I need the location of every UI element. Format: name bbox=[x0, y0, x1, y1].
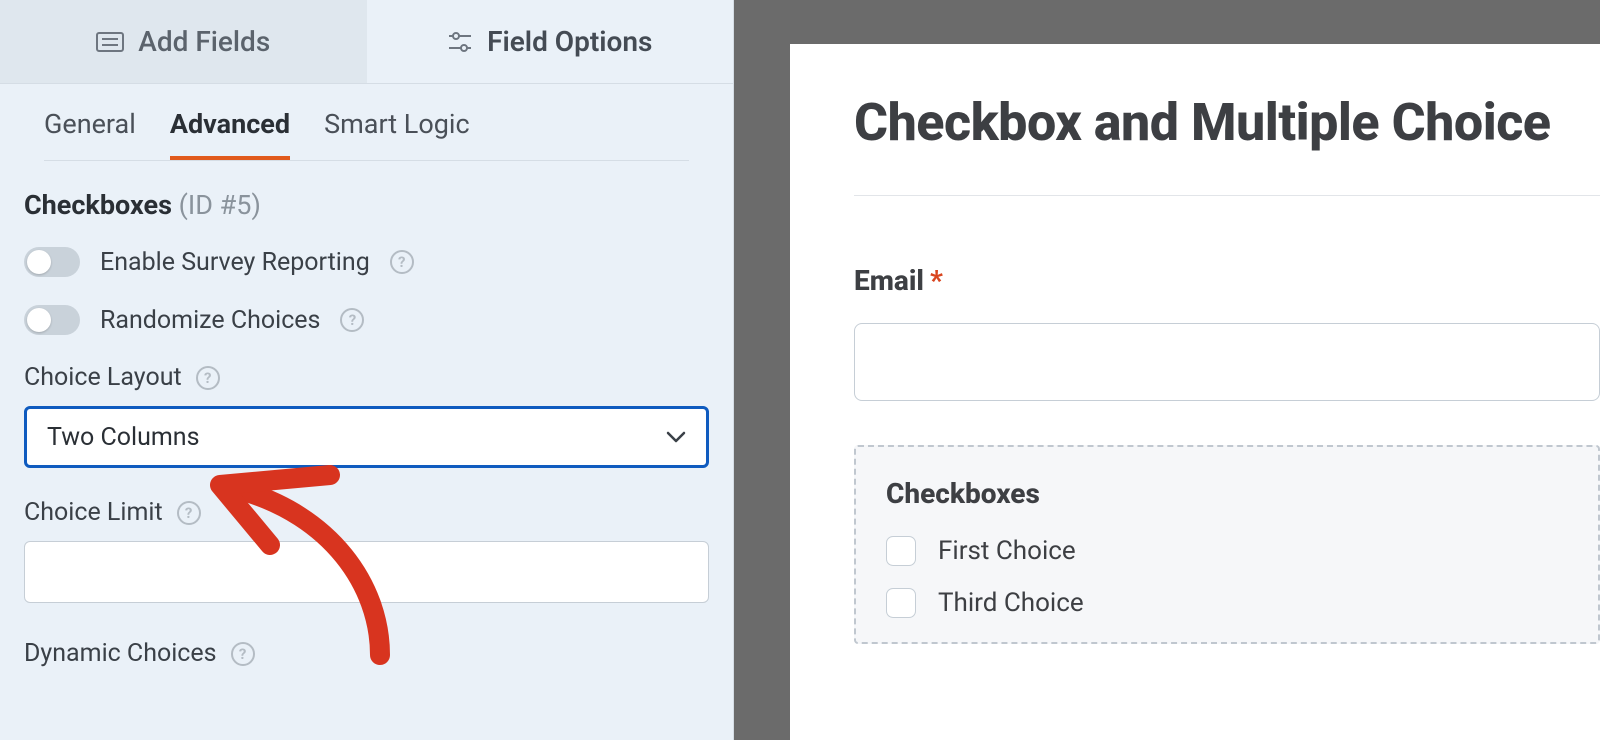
required-asterisk: * bbox=[930, 264, 943, 297]
dynamic-choices-label: Dynamic Choices bbox=[24, 639, 217, 668]
checkboxes-field-block[interactable]: Checkboxes First Choice Third Choice bbox=[854, 445, 1600, 644]
toggle-randomize[interactable] bbox=[24, 305, 80, 335]
help-icon[interactable]: ? bbox=[340, 308, 364, 332]
toggle-survey-reporting[interactable] bbox=[24, 247, 80, 277]
choice-layout-select[interactable]: Two Columns bbox=[24, 406, 709, 468]
toggle-row-randomize: Randomize Choices ? bbox=[24, 305, 709, 335]
email-label: Email bbox=[854, 264, 924, 297]
field-id: (ID #5) bbox=[179, 189, 261, 221]
field-options-icon bbox=[447, 30, 473, 54]
form-title: Checkbox and Multiple Choice bbox=[854, 92, 1600, 153]
tab-add-fields[interactable]: Add Fields bbox=[0, 0, 367, 84]
choice-layout-label: Choice Layout bbox=[24, 363, 182, 392]
subtab-general[interactable]: General bbox=[44, 108, 136, 160]
checkbox-row: First Choice bbox=[886, 536, 1568, 566]
help-icon[interactable]: ? bbox=[177, 501, 201, 525]
choice-layout-label-row: Choice Layout ? bbox=[24, 363, 709, 392]
choice-limit-label: Choice Limit bbox=[24, 498, 163, 527]
form-preview: Checkbox and Multiple Choice Email* Chec… bbox=[790, 44, 1600, 740]
checkbox-box[interactable] bbox=[886, 536, 916, 566]
tab-field-options[interactable]: Field Options bbox=[367, 0, 734, 84]
checkbox-label: First Choice bbox=[938, 536, 1076, 566]
field-title: Checkboxes (ID #5) bbox=[24, 189, 709, 221]
field-name: Checkboxes bbox=[24, 189, 172, 221]
dynamic-choices-label-row: Dynamic Choices ? bbox=[24, 639, 709, 668]
checkboxes-title: Checkboxes bbox=[886, 477, 1568, 510]
email-input[interactable] bbox=[854, 323, 1600, 401]
toggle-survey-reporting-label: Enable Survey Reporting bbox=[100, 248, 370, 277]
panel-body: Checkboxes (ID #5) Enable Survey Reporti… bbox=[0, 161, 733, 668]
tab-add-fields-label: Add Fields bbox=[138, 25, 270, 58]
preview-area: Checkbox and Multiple Choice Email* Chec… bbox=[734, 0, 1600, 740]
choice-limit-input[interactable] bbox=[24, 541, 709, 603]
checkbox-box[interactable] bbox=[886, 588, 916, 618]
checkbox-label: Third Choice bbox=[938, 588, 1084, 618]
choice-layout-value: Two Columns bbox=[47, 423, 200, 452]
chevron-down-icon bbox=[666, 431, 686, 443]
help-icon[interactable]: ? bbox=[231, 642, 255, 666]
divider bbox=[854, 195, 1600, 196]
help-icon[interactable]: ? bbox=[390, 250, 414, 274]
checkbox-row: Third Choice bbox=[886, 588, 1568, 618]
sidebar-top-tabs: Add Fields Field Options bbox=[0, 0, 733, 84]
subtab-smart-logic[interactable]: Smart Logic bbox=[324, 108, 470, 160]
add-fields-icon bbox=[96, 30, 124, 54]
toggle-randomize-label: Randomize Choices bbox=[100, 306, 320, 335]
subtab-advanced[interactable]: Advanced bbox=[170, 108, 290, 160]
field-options-sidebar: Add Fields Field Options General Advance… bbox=[0, 0, 734, 740]
help-icon[interactable]: ? bbox=[196, 366, 220, 390]
choice-limit-label-row: Choice Limit ? bbox=[24, 498, 709, 527]
email-label-row: Email* bbox=[854, 264, 1600, 297]
toggle-row-survey-reporting: Enable Survey Reporting ? bbox=[24, 247, 709, 277]
sidebar-sub-tabs: General Advanced Smart Logic bbox=[0, 84, 733, 161]
tab-field-options-label: Field Options bbox=[487, 25, 652, 58]
